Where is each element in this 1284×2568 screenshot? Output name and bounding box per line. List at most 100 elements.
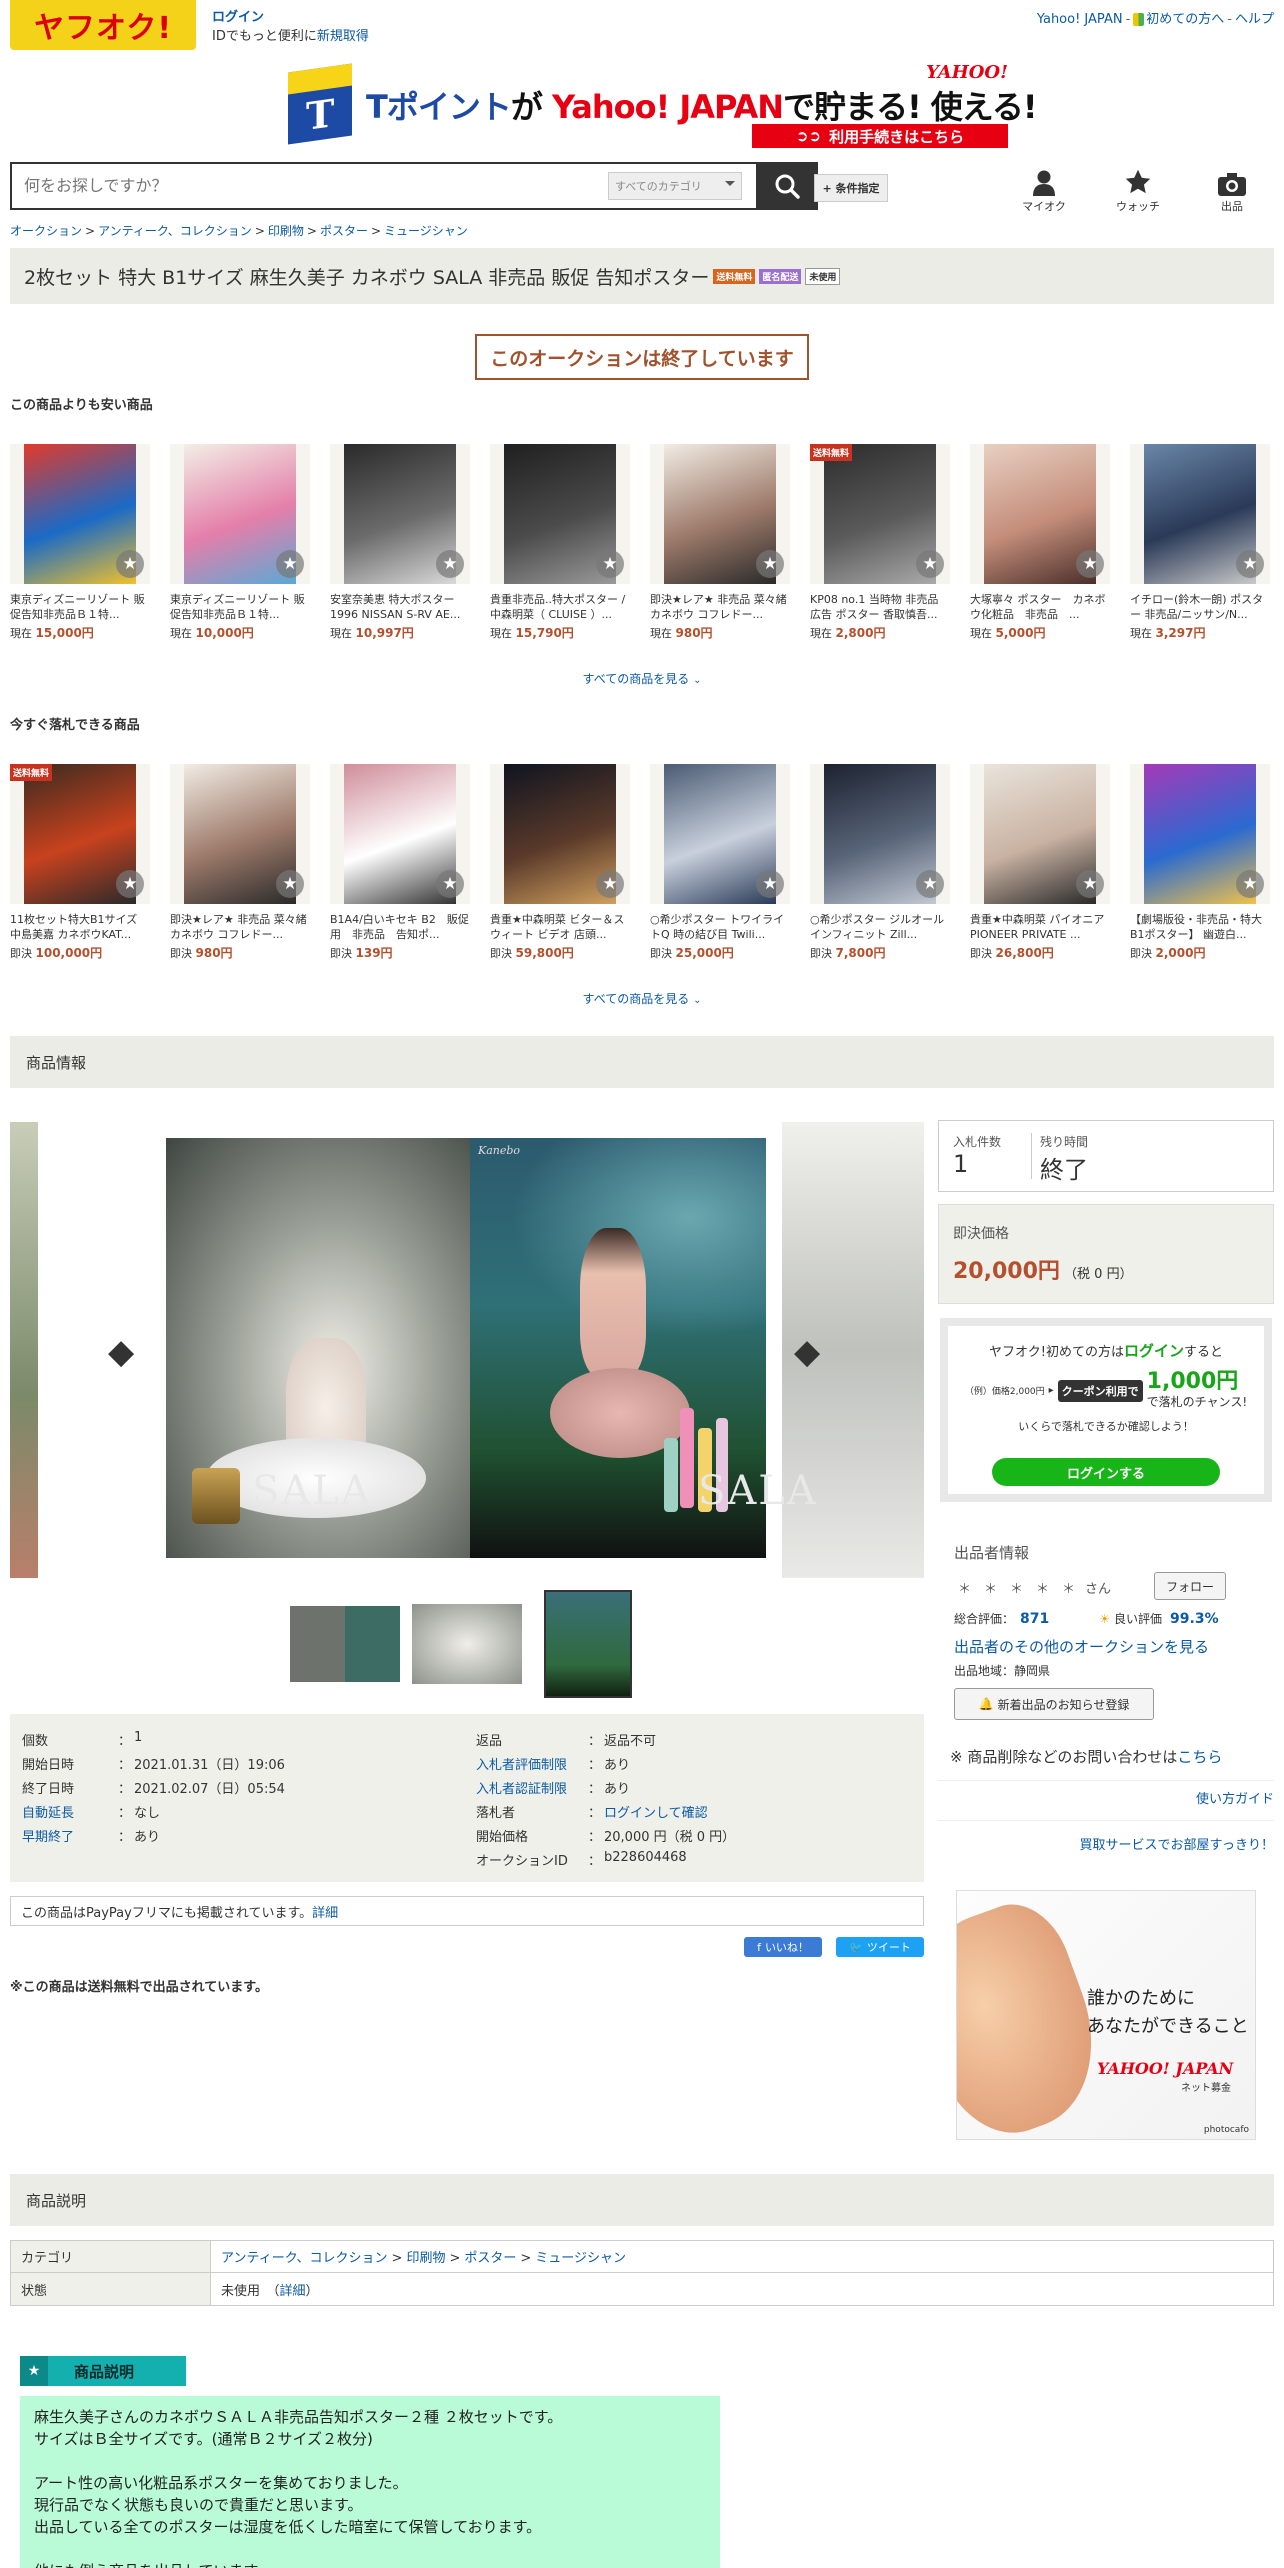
item-card[interactable]: 送料無料 ★ 11枚セット特大B1サイズ 中島美嘉 カネボウKAT... 即決 100…	[10, 764, 150, 961]
item-card[interactable]: ★ B1A4/白いキセキ B2 販促用 非売品 告知ポ... 即決 139円	[330, 764, 470, 961]
category-link[interactable]: 印刷物	[406, 2251, 445, 2266]
new-listing-alert-button[interactable]: 🔔 新着出品のお知らせ登録	[954, 1688, 1154, 1720]
login-link[interactable]: ログイン	[212, 8, 369, 27]
tpoint-banner[interactable]: T Tポイントが Yahoo! JAPANで貯まる! 使える! YAHOO! ➲…	[288, 62, 1037, 152]
item-card[interactable]: 送料無料 ★ KP08 no.1 当時物 非売品 広告 ポスター 香取慎吾... 現在…	[810, 444, 950, 641]
item-image[interactable]: 送料無料 ★	[10, 764, 150, 904]
item-card[interactable]: ★ ○希少ポスター ジルオール インフィニット Zill... 即決 7,800円	[810, 764, 950, 961]
paypay-detail-link[interactable]: 詳細	[312, 1902, 338, 1921]
item-image[interactable]: ★	[650, 764, 790, 904]
item-name[interactable]: 東京ディズニーリゾート 販促告知非売品Ｂ１特...	[10, 592, 150, 622]
watch-star-icon[interactable]: ★	[1236, 550, 1264, 578]
breadcrumb-item[interactable]: ポスター	[320, 224, 368, 238]
main-product-image[interactable]: SALA Kanebo SALA	[166, 1138, 816, 1558]
item-card[interactable]: ★ 大塚寧々 ポスター カネボウ化粧品 非売品 ... 現在 5,000円	[970, 444, 1110, 641]
search-input[interactable]	[24, 176, 604, 195]
category-link[interactable]: アンティーク、コレクション	[221, 2251, 388, 2266]
follow-button[interactable]: フォロー	[1154, 1572, 1226, 1600]
item-name[interactable]: 即決★レア★ 非売品 菜々緒 カネボウ コフレドー...	[170, 912, 310, 942]
category-link[interactable]: ポスター	[464, 2251, 516, 2266]
watch-nav[interactable]: ウォッチ	[1108, 168, 1168, 214]
seller-other-auctions-link[interactable]: 出品者のその他のオークションを見る	[954, 1636, 1209, 1657]
item-image[interactable]: ★	[1130, 444, 1270, 584]
condition-button[interactable]: + 条件指定	[814, 174, 888, 202]
watch-star-icon[interactable]: ★	[916, 550, 944, 578]
item-card[interactable]: ★ 東京ディズニーリゾート 販促告知非売品Ｂ１特... 現在 10,000円	[170, 444, 310, 641]
watch-star-icon[interactable]: ★	[1076, 870, 1104, 898]
good-rating-link[interactable]: 99.3%	[1170, 1611, 1219, 1627]
item-card[interactable]: ★ ○希少ポスター トワイライトQ 時の結び目 Twili... 即決 25,000…	[650, 764, 790, 961]
breadcrumb-item[interactable]: アンティーク、コレクション	[98, 224, 252, 238]
item-image[interactable]: ★	[490, 444, 630, 584]
category-select[interactable]: すべてのカテゴリ	[608, 172, 742, 200]
watch-star-icon[interactable]: ★	[1236, 870, 1264, 898]
watch-star-icon[interactable]: ★	[276, 550, 304, 578]
item-image[interactable]: ★	[10, 444, 150, 584]
item-name[interactable]: 即決★レア★ 非売品 菜々緒 カネボウ コフレドー...	[650, 592, 790, 622]
item-name[interactable]: 大塚寧々 ポスター カネボウ化粧品 非売品 ...	[970, 592, 1110, 622]
watch-star-icon[interactable]: ★	[436, 550, 464, 578]
tweet-button[interactable]: 🐦 ツイート	[836, 1937, 924, 1957]
item-name[interactable]: 11枚セット特大B1サイズ 中島美嘉 カネボウKAT...	[10, 912, 150, 942]
help-link[interactable]: ヘルプ	[1235, 12, 1274, 27]
myauc-nav[interactable]: マイオク	[1014, 168, 1074, 214]
usage-guide-link[interactable]: 使い方ガイド	[1196, 1788, 1274, 1807]
see-all-cheaper-link[interactable]: すべての商品を見る ⌄	[10, 670, 1274, 687]
item-image[interactable]: ★	[650, 444, 790, 584]
sell-nav[interactable]: 出品	[1202, 168, 1262, 214]
item-image[interactable]: ★	[1130, 764, 1270, 904]
next-arrow-icon[interactable]: ◆	[794, 1332, 820, 1372]
thumbnail-1[interactable]	[290, 1606, 400, 1682]
search-button[interactable]	[756, 162, 818, 210]
like-button[interactable]: f いいね！	[744, 1937, 822, 1957]
condition-detail-link[interactable]: 詳細	[280, 2284, 306, 2299]
watch-star-icon[interactable]: ★	[116, 550, 144, 578]
thumbnail-2[interactable]	[412, 1604, 522, 1684]
register-link[interactable]: 新規取得	[317, 29, 369, 44]
watch-star-icon[interactable]: ★	[1076, 550, 1104, 578]
item-name[interactable]: 【劇場版役・非売品・特大B1ポスター】 幽遊白...	[1130, 912, 1270, 942]
beginners-link[interactable]: 初めての方へ	[1146, 12, 1224, 27]
item-card[interactable]: ★ 即決★レア★ 非売品 菜々緒 カネボウ コフレドー... 即決 980円	[170, 764, 310, 961]
inquiry-link[interactable]: こちら	[1177, 1748, 1222, 1766]
item-image[interactable]: 送料無料 ★	[810, 444, 950, 584]
item-card[interactable]: ★ 貴重★中森明菜 ビター＆スウィート ビデオ 店頭... 即決 59,800円	[490, 764, 630, 961]
item-card[interactable]: ★ 貴重★中森明菜 パイオニア PIONEER PRIVATE ... 即決 26,…	[970, 764, 1110, 961]
see-all-buynow-link[interactable]: すべての商品を見る ⌄	[10, 990, 1274, 1007]
item-name[interactable]: 安室奈美恵 特大ポスター 1996 NISSAN S-RV AE...	[330, 592, 470, 622]
item-image[interactable]: ★	[970, 764, 1110, 904]
watch-star-icon[interactable]: ★	[756, 550, 784, 578]
item-image[interactable]: ★	[330, 444, 470, 584]
category-link[interactable]: ミュージシャン	[535, 2251, 626, 2266]
promo-login-button[interactable]: ログインする	[992, 1458, 1220, 1486]
buyback-service-link[interactable]: 買取サービスでお部屋すっきり！	[1080, 1834, 1274, 1853]
banner-cta-button[interactable]: ➲➲ 利用手続きはこちら	[752, 124, 1008, 148]
item-card[interactable]: ★ 即決★レア★ 非売品 菜々緒 カネボウ コフレドー... 現在 980円	[650, 444, 790, 641]
watch-star-icon[interactable]: ★	[756, 870, 784, 898]
item-card[interactable]: ★ 安室奈美恵 特大ポスター 1996 NISSAN S-RV AE... 現在 1…	[330, 444, 470, 641]
watch-star-icon[interactable]: ★	[436, 870, 464, 898]
yafuoku-logo[interactable]: ヤフオク!	[10, 0, 196, 50]
watch-star-icon[interactable]: ★	[596, 870, 624, 898]
item-card[interactable]: ★ 東京ディズニーリゾート 販促告知非売品Ｂ１特... 現在 15,000円	[10, 444, 150, 641]
item-name[interactable]: ○希少ポスター ジルオール インフィニット Zill...	[810, 912, 950, 942]
breadcrumb-item[interactable]: ミュージシャン	[384, 224, 468, 238]
item-card[interactable]: ★ 【劇場版役・非売品・特大B1ポスター】 幽遊白... 即決 2,000円	[1130, 764, 1270, 961]
item-name[interactable]: 貴重非売品..特大ポスター / 中森明菜（ CLUISE ）...	[490, 592, 630, 622]
item-image[interactable]: ★	[970, 444, 1110, 584]
item-image[interactable]: ★	[170, 764, 310, 904]
thumbnail-3-selected[interactable]	[544, 1590, 632, 1698]
watch-star-icon[interactable]: ★	[116, 870, 144, 898]
seller-name[interactable]: ＊ ＊ ＊ ＊ ＊さん	[958, 1578, 1111, 1597]
item-name[interactable]: B1A4/白いキセキ B2 販促用 非売品 告知ポ...	[330, 912, 470, 942]
item-image[interactable]: ★	[490, 764, 630, 904]
item-image[interactable]: ★	[810, 764, 950, 904]
breadcrumb-item[interactable]: オークション	[10, 224, 82, 238]
rating-link[interactable]: 871	[1020, 1611, 1049, 1627]
item-image[interactable]: ★	[330, 764, 470, 904]
item-name[interactable]: ○希少ポスター トワイライトQ 時の結び目 Twili...	[650, 912, 790, 942]
item-name[interactable]: 東京ディズニーリゾート 販促告知非売品Ｂ１特...	[170, 592, 310, 622]
item-name[interactable]: 貴重★中森明菜 パイオニア PIONEER PRIVATE ...	[970, 912, 1110, 942]
item-name[interactable]: イチロー(鈴木一朗) ポスター 非売品/ニッサン/N...	[1130, 592, 1270, 622]
watch-star-icon[interactable]: ★	[916, 870, 944, 898]
